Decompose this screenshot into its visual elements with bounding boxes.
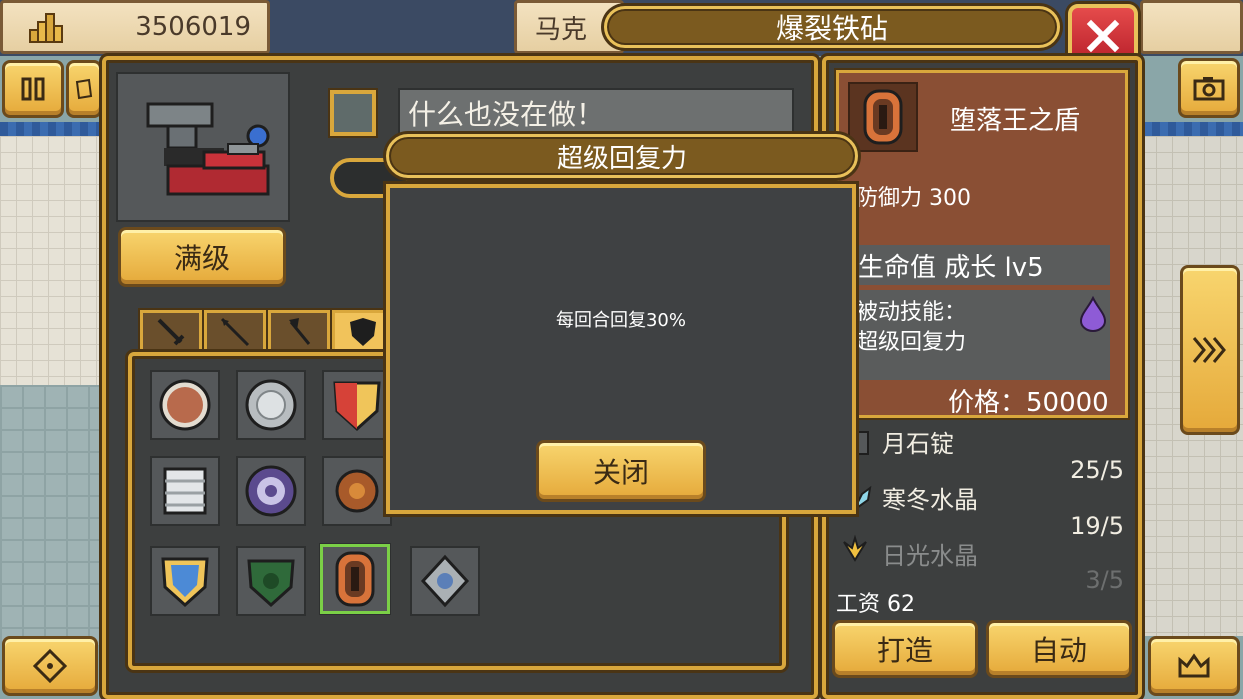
- modal-close-button[interactable]: 关闭: [536, 440, 706, 502]
- top-right-parchment: [1140, 0, 1243, 54]
- auto-checkbox[interactable]: [330, 90, 376, 136]
- item-slot[interactable]: [322, 456, 392, 526]
- passive-skill-label: 被动技能：: [856, 300, 967, 325]
- pause-icon: [21, 77, 45, 101]
- tab-shield[interactable]: [332, 310, 394, 354]
- skill-modal-title-text: 超级回复力: [556, 143, 687, 174]
- craft-label: 打造: [876, 634, 933, 667]
- full-level-button[interactable]: 满级: [118, 227, 286, 287]
- tab-axe[interactable]: [268, 310, 330, 354]
- item-slot[interactable]: [150, 456, 220, 526]
- auto-button[interactable]: 自动: [986, 620, 1132, 678]
- green-shield-icon: [247, 559, 295, 608]
- sunlight-crystal-icon: [840, 534, 870, 564]
- gold-amount: 3506019: [135, 12, 251, 42]
- tab-sword[interactable]: [140, 310, 202, 354]
- shield-icon: [350, 318, 376, 346]
- anvil-icon: [146, 102, 270, 196]
- move-button[interactable]: [2, 636, 98, 696]
- material-name: 月石锭: [882, 430, 954, 458]
- item-slot[interactable]: [150, 370, 220, 440]
- tower-shield-icon: [163, 467, 207, 515]
- craft-button[interactable]: 打造: [832, 620, 978, 678]
- item-name: 堕落王之盾: [950, 106, 1081, 136]
- modal-close-label: 关闭: [592, 456, 649, 489]
- gold-bars-icon: [28, 12, 64, 44]
- camera-icon: [1193, 77, 1225, 101]
- pause-button[interactable]: [2, 60, 64, 118]
- fast-forward-button[interactable]: [1180, 265, 1240, 435]
- spiked-shield-icon: [335, 469, 379, 513]
- screenshot-button[interactable]: [1178, 58, 1240, 118]
- sword-icon: [157, 318, 185, 346]
- material-count: 25/5: [1070, 456, 1124, 484]
- crystal-shield-icon: [161, 557, 209, 608]
- passive-skill-name[interactable]: 超级回复力: [856, 324, 966, 356]
- spear-icon: [220, 317, 250, 347]
- item-growth-text: 生命值 成长 lv5: [858, 252, 1044, 283]
- item-defense: 防御力 300: [856, 186, 971, 211]
- dpad-icon: [33, 649, 67, 683]
- close-icon: [1086, 19, 1120, 53]
- fast-forward-icon: [1192, 337, 1226, 363]
- item-slot[interactable]: [410, 546, 480, 616]
- purple-shield-icon: [245, 465, 297, 517]
- fallen-king-shield-icon: [863, 89, 903, 145]
- item-slot[interactable]: [236, 546, 306, 616]
- item-slot[interactable]: [150, 546, 220, 616]
- wage: 工资 62: [836, 592, 915, 617]
- round-iron-shield-icon: [245, 379, 297, 431]
- item-slot[interactable]: [322, 370, 392, 440]
- material-name: 日光水晶: [882, 542, 978, 570]
- skill-modal-title: 超级回复力: [386, 134, 858, 178]
- full-level-label: 满级: [173, 242, 230, 275]
- item-growth: 生命值 成长 lv5: [852, 245, 1110, 285]
- item-slot-selected[interactable]: [320, 544, 390, 614]
- material-name: 寒冬水晶: [882, 486, 978, 514]
- map-icon: [75, 78, 93, 100]
- item-slot[interactable]: [236, 370, 306, 440]
- crown-icon: [1178, 653, 1210, 678]
- crown-button[interactable]: [1148, 636, 1240, 696]
- item-price: 价格：50000: [948, 388, 1109, 418]
- material-count: 3/5: [1085, 566, 1124, 594]
- auto-label: 自动: [1030, 634, 1087, 667]
- item-slot[interactable]: [236, 456, 306, 526]
- side-menu-button[interactable]: [66, 60, 102, 118]
- fallen-king-shield-icon: [335, 551, 375, 607]
- maker-name: 马克: [535, 14, 588, 45]
- round-wooden-shield-icon: [159, 379, 211, 431]
- window-title-text: 爆裂铁砧: [775, 12, 888, 45]
- anvil-preview: [116, 72, 290, 222]
- item-portrait: [848, 82, 918, 152]
- tab-spear[interactable]: [204, 310, 266, 354]
- axe-icon: [289, 318, 311, 345]
- status-box: 什么也没在做！: [398, 88, 794, 138]
- skill-description: 每回合回复30%: [555, 310, 686, 331]
- potion-drop-icon: [1078, 295, 1108, 332]
- window-title: 爆裂铁砧: [604, 6, 1060, 48]
- background-floor-left-low: [0, 385, 100, 645]
- material-count: 19/5: [1070, 512, 1124, 540]
- status-text: 什么也没在做！: [408, 98, 605, 131]
- heraldic-shield-icon: [333, 381, 381, 432]
- cross-shield-icon: [420, 554, 470, 608]
